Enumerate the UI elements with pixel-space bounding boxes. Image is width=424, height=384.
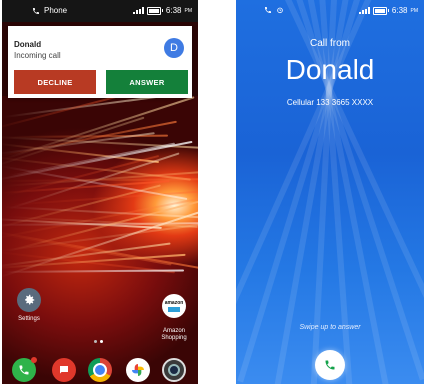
chrome-icon[interactable] (88, 358, 112, 382)
phone-app-icon[interactable] (12, 357, 37, 382)
caller-name: Donald (285, 54, 375, 85)
wallpaper-streak (3, 269, 185, 274)
signal-icon (132, 7, 144, 14)
phone-icon (33, 7, 39, 14)
battery-icon (146, 6, 161, 15)
messages-app-icon[interactable] (52, 358, 76, 382)
phone-icon (265, 7, 271, 13)
status-time: 6:38 (391, 6, 408, 15)
settings-icon (17, 288, 41, 312)
avatar: D (164, 38, 184, 58)
status-bar: Phone 6:38 PM (2, 0, 198, 22)
call-from-label: Call from (309, 38, 350, 49)
battery-icon (372, 6, 387, 15)
settings-app[interactable]: Settings (12, 288, 46, 322)
wallpaper-streak (3, 96, 195, 161)
dock (2, 354, 198, 384)
notification-dot (31, 357, 37, 363)
signal-icon (358, 7, 370, 14)
status-ampm: PM (410, 7, 419, 14)
amazon-icon: amazon (162, 294, 186, 318)
answer-button[interactable]: ANSWER (106, 70, 188, 94)
phone-icon (325, 360, 335, 370)
status-time: 6:38 (165, 6, 182, 15)
alarm-icon (277, 7, 283, 14)
lockscreen-phone: Phone 6:38 PM Donald Incoming call D DEC… (2, 0, 198, 384)
notification-caller: Donald (14, 40, 42, 49)
page-indicator (94, 340, 103, 343)
camera-icon[interactable] (162, 358, 186, 382)
photos-icon[interactable] (126, 358, 150, 382)
amazon-brand-text: amazon (164, 300, 184, 306)
decline-button[interactable]: DECLINE (14, 70, 96, 94)
status-app-label: Phone (44, 6, 68, 15)
swipe-hint: Swipe up to answer (299, 324, 361, 331)
amazon-app[interactable]: amazon Amazon Shopping (156, 288, 192, 342)
settings-label: Settings (18, 316, 40, 322)
status-bar: 6:38 PM (236, 0, 424, 20)
incoming-call-screen: 6:38 PM Call from Donald Cellular 133 36… (236, 0, 424, 384)
status-ampm: PM (184, 7, 193, 14)
amazon-label: Amazon Shopping (161, 328, 187, 341)
incoming-call-notification[interactable]: Donald Incoming call D DECLINE ANSWER (8, 26, 192, 98)
caller-number: Cellular 133 3665 XXXX (286, 98, 374, 107)
notification-subtitle: Incoming call (14, 51, 61, 60)
answer-call-button[interactable] (315, 350, 345, 380)
